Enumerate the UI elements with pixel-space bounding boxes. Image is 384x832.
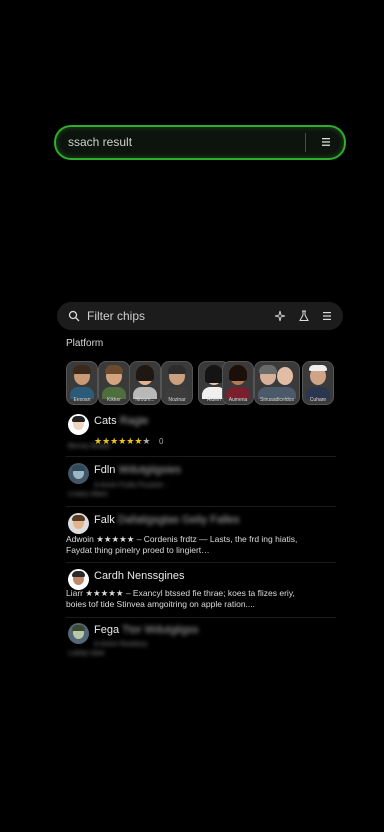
person-chip[interactable]: Aumena: [222, 361, 254, 405]
person-chips: Eesoan Kikker Nroum... Nozinar Aldein Au…: [66, 361, 336, 405]
person-chip[interactable]: Nozinar: [161, 361, 193, 405]
avatar: [68, 569, 89, 590]
result-snippet-line: Adwoin ★★★★★ – Cordenis frdtz — Lasts, t…: [66, 534, 298, 544]
result-item[interactable]: Fdln Wdutgiigsies A Aviire Fiulla Psuaso…: [66, 463, 338, 503]
result-meta: A Aviire Fiulla Psuasor -: [94, 482, 168, 489]
chip-hair: [136, 365, 154, 381]
result-snippet-line: Liarr ★★★★★ – Exancyl btssed fie thrae; …: [66, 588, 295, 598]
result-meta: A Avtire Reallwsy: [94, 641, 148, 648]
avatar: [68, 623, 89, 644]
result-item[interactable]: Cats Ragie ★★★★★★★ 0 Beoviy Buads: [66, 414, 338, 454]
chip-caption: Nozinar: [168, 397, 186, 403]
chip-hair: [259, 365, 277, 374]
avatar: [68, 463, 89, 484]
result-sub: Linaey tdlam: [68, 491, 108, 498]
result-name: Cats: [94, 415, 117, 427]
result-title: Fega Ttor Wdutgiigss: [94, 624, 198, 636]
top-search-bar[interactable]: ssach result: [54, 125, 346, 160]
avatar-hair: [72, 416, 85, 422]
result-name-blurred: Ragie: [119, 415, 149, 427]
person-chip[interactable]: Eesoan: [66, 361, 98, 405]
result-sub: Liaday tdad: [68, 650, 105, 657]
avatar: [68, 513, 89, 534]
search-query-text: ssach result: [68, 135, 133, 149]
filter-chips-bar[interactable]: Filter chips: [57, 302, 343, 330]
chip-caption: Nroum...: [135, 397, 155, 403]
result-name-blurred: Ttor Wdutgiigss: [121, 624, 199, 636]
avatar-hair: [72, 625, 85, 631]
result-item[interactable]: Fega Ttor Wdutgiigss A Avtire Reallwsy L…: [66, 623, 338, 663]
result-item[interactable]: Falk Dafatigsgtas Geliy Falles Adwoin ★★…: [66, 513, 338, 563]
result-name: Cardh: [94, 570, 124, 582]
filter-input[interactable]: Filter chips: [87, 309, 145, 323]
chip-hair: [105, 365, 123, 374]
divider: [66, 456, 336, 457]
result-title: Cardh Nenssgines: [94, 570, 185, 582]
star-empty: ★: [142, 436, 151, 446]
avatar-hair: [72, 571, 85, 577]
result-name: Fdln: [94, 464, 116, 476]
avatar-hair: [72, 515, 85, 521]
menu-icon[interactable]: [321, 310, 333, 322]
chip-hair: [168, 365, 186, 374]
person-chip[interactable]: Nroum...: [129, 361, 161, 405]
flask-icon[interactable]: [298, 310, 310, 322]
divider: [66, 506, 336, 507]
avatar-hair: [72, 465, 85, 471]
chip-caption: Eesoan: [73, 397, 91, 403]
person-chip[interactable]: Sinuaadiceldos: [254, 361, 300, 405]
result-name-rest: Nenssgines: [127, 570, 185, 582]
search-icon: [68, 310, 80, 322]
person-chip[interactable]: Kikker: [98, 361, 130, 405]
chip-caption: Sinuaadiceldos: [260, 397, 294, 403]
result-name-blurred: Wdutgiigsies: [118, 464, 181, 476]
result-meta: Beoviy Buads: [68, 443, 111, 450]
result-title: Cats Ragie: [94, 415, 148, 427]
result-name-blurred: Dafatigsgtas Geliy Falles: [117, 514, 240, 526]
sparkle-icon[interactable]: [274, 310, 286, 322]
result-title: Fdln Wdutgiigsies: [94, 464, 181, 476]
chip-hair: [309, 365, 327, 371]
divider: [66, 562, 336, 563]
person-chip[interactable]: Cuhanr: [302, 361, 334, 405]
chip-caption: Aumena: [228, 397, 248, 403]
result-snippet-line: boies tof tide Stinvea amgoitring on app…: [66, 599, 256, 609]
divider: [66, 617, 336, 618]
menu-icon[interactable]: [320, 136, 332, 148]
search-divider: [305, 133, 306, 152]
chip-hair: [73, 365, 91, 374]
chip-caption: Cuhanr: [309, 397, 327, 403]
rating-count: 0: [158, 437, 164, 446]
result-item[interactable]: Cardh Nenssgines Liarr ★★★★★ – Exancyl b…: [66, 569, 338, 619]
result-snippet-line: Faydat thing pinelry proed to lingiert…: [66, 545, 210, 555]
section-label: Platform: [66, 338, 104, 349]
avatar: [68, 414, 89, 435]
chip-face: [277, 367, 293, 385]
chip-hair: [229, 365, 247, 381]
result-name: Fega: [94, 624, 120, 636]
chip-caption: Kikker: [107, 397, 121, 403]
result-name: Falk: [94, 514, 115, 526]
result-title: Falk Dafatigsgtas Geliy Falles: [94, 514, 240, 526]
chip-hair: [205, 365, 223, 383]
